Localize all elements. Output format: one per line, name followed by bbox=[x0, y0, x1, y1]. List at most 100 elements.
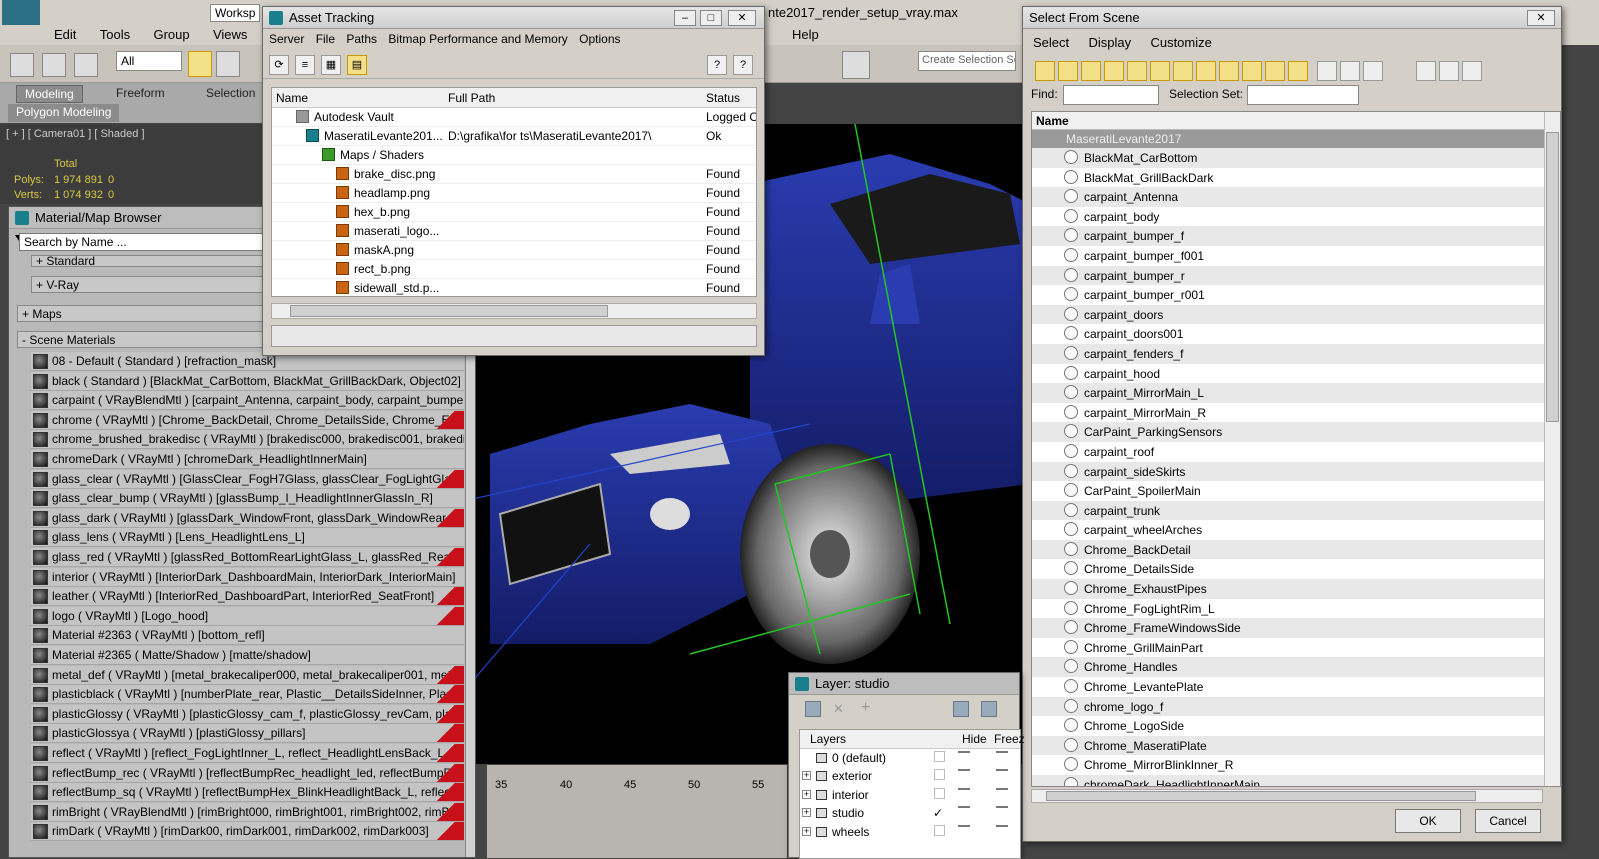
asset-row[interactable]: rect_b.png Found bbox=[272, 260, 756, 279]
list-view-icon[interactable]: ≡ bbox=[295, 55, 315, 75]
scene-object-row[interactable]: carpaint_doors001 bbox=[1032, 324, 1560, 344]
scene-object-row[interactable]: carpaint_Antenna bbox=[1032, 187, 1560, 207]
containers-filter-icon[interactable] bbox=[1242, 61, 1262, 81]
asset-row[interactable]: hex_b.png Found bbox=[272, 203, 756, 222]
add-to-layer-icon[interactable]: + bbox=[861, 699, 877, 716]
column-name[interactable]: Name bbox=[276, 91, 308, 105]
column-full-path[interactable]: Full Path bbox=[448, 91, 495, 105]
object-list-vertical-scrollbar[interactable] bbox=[1544, 112, 1560, 786]
scene-object-row[interactable]: carpaint_MirrorMain_L bbox=[1032, 383, 1560, 403]
material-list-item[interactable]: plasticblack ( VRayMtl ) [numberPlate_re… bbox=[31, 685, 464, 705]
scene-object-row[interactable]: BlackMat_GrillBackDark bbox=[1032, 168, 1560, 188]
freeze-toggle[interactable] bbox=[996, 769, 1008, 772]
bones-filter-icon[interactable] bbox=[1219, 61, 1239, 81]
scene-object-row[interactable]: chrome_logo_f bbox=[1032, 696, 1560, 717]
asset-row[interactable]: sidewall_std.p... Found bbox=[272, 279, 756, 296]
material-search-input[interactable]: Search by Name ... bbox=[19, 233, 279, 251]
selection-filter-dropdown[interactable]: All bbox=[116, 51, 182, 71]
current-layer-checkbox[interactable] bbox=[934, 787, 945, 799]
select-from-scene-titlebar[interactable]: Select From Scene ✕ bbox=[1023, 7, 1561, 29]
selection-set-dropdown[interactable] bbox=[1247, 85, 1359, 105]
menu-customize[interactable]: Customize bbox=[1150, 35, 1211, 50]
material-list-item[interactable]: glass_dark ( VRayMtl ) [glassDark_Window… bbox=[31, 508, 464, 528]
find-input[interactable] bbox=[1063, 85, 1159, 105]
material-list-item[interactable]: Material #2363 ( VRayMtl ) [bottom_refl] bbox=[31, 626, 464, 646]
hide-toggle[interactable] bbox=[958, 750, 970, 753]
viewport-label[interactable]: [ + ] [ Camera01 ] [ Shaded ] bbox=[6, 128, 145, 140]
select-object-icon[interactable] bbox=[188, 51, 212, 77]
hidden-filter-icon[interactable] bbox=[1288, 61, 1308, 81]
refresh-icon[interactable]: ⟳ bbox=[269, 55, 289, 75]
scene-object-row[interactable]: Chrome_GrillMainPart bbox=[1032, 638, 1560, 658]
freeze-toggle[interactable] bbox=[996, 787, 1008, 790]
layer-row[interactable]: + exterior bbox=[800, 767, 1020, 786]
invert-display-icon[interactable] bbox=[1363, 61, 1383, 81]
material-list-item[interactable]: glass_clear ( VRayMtl ) [GlassClear_FogH… bbox=[31, 469, 464, 489]
category-vray[interactable]: + V-Ray bbox=[31, 276, 271, 293]
scene-object-row[interactable]: Chrome_LogoSide bbox=[1032, 716, 1560, 736]
spacewarps-filter-icon[interactable] bbox=[1150, 61, 1170, 81]
layer-row[interactable]: + wheels bbox=[800, 823, 1020, 842]
material-list-item[interactable]: chromeDark ( VRayMtl ) [chromeDark_Headl… bbox=[31, 450, 464, 469]
scene-object-row[interactable]: carpaint_bumper_f bbox=[1032, 226, 1560, 246]
scene-object-row[interactable]: carpaint_roof bbox=[1032, 442, 1560, 462]
menu-bitmap-performance[interactable]: Bitmap Performance and Memory bbox=[388, 32, 567, 46]
material-list-item[interactable]: reflectBump_sq ( VRayMtl ) [reflectBumpH… bbox=[31, 783, 464, 803]
delete-layer-icon[interactable]: ✕ bbox=[833, 701, 849, 717]
ribbon-tab-freeform[interactable]: Freeform bbox=[108, 85, 173, 103]
scene-object-row[interactable]: carpaint_bumper_f001 bbox=[1032, 246, 1560, 266]
layer-row[interactable]: 0 (default) bbox=[800, 749, 1020, 768]
freeze-toggle[interactable] bbox=[996, 806, 1008, 809]
material-list-item[interactable]: reflect ( VRayMtl ) [reflect_FogLightInn… bbox=[31, 744, 464, 763]
close-button[interactable]: ✕ bbox=[1527, 10, 1555, 26]
current-layer-checkbox[interactable] bbox=[934, 769, 945, 781]
material-list-item[interactable]: logo ( VRayMtl ) [Logo_hood] bbox=[31, 606, 464, 626]
scene-object-row[interactable]: Chrome_FogLightRim_L bbox=[1032, 599, 1560, 619]
scene-object-row[interactable]: carpaint_hood bbox=[1032, 364, 1560, 384]
hide-toggle[interactable] bbox=[958, 769, 970, 772]
display-all-icon[interactable] bbox=[1317, 61, 1337, 81]
material-list-item[interactable]: reflectBump_rec ( VRayMtl ) [reflectBump… bbox=[31, 763, 464, 783]
material-list-item[interactable]: chrome_brushed_brakedisc ( VRayMtl ) [br… bbox=[31, 430, 464, 450]
layer-settings-icon[interactable] bbox=[981, 701, 997, 717]
ribbon-tab-selection[interactable]: Selection bbox=[198, 85, 263, 103]
scene-object-row[interactable]: Chrome_Handles bbox=[1032, 657, 1560, 678]
layer-row[interactable]: + studio ✓ bbox=[800, 804, 1020, 823]
asset-row[interactable]: maskA.png Found bbox=[272, 241, 756, 260]
bind-spacewarp-icon[interactable] bbox=[74, 53, 98, 77]
category-standard[interactable]: + Standard bbox=[31, 255, 271, 267]
ribbon-tab-modeling[interactable]: Modeling bbox=[16, 85, 83, 103]
scene-object-row[interactable]: Chrome_ExhaustPipes bbox=[1032, 579, 1560, 599]
material-list-item[interactable]: rimBright ( VRayBlendMtl ) [rimBright000… bbox=[31, 802, 464, 822]
current-layer-check-icon[interactable]: ✓ bbox=[933, 806, 943, 820]
create-selection-set-field[interactable]: Create Selection Se bbox=[918, 51, 1016, 71]
asset-tracking-titlebar[interactable]: Asset Tracking – □ ✕ bbox=[263, 7, 764, 29]
scene-object-row[interactable]: Chrome_DetailsSide bbox=[1032, 559, 1560, 579]
scene-object-row[interactable]: CarPaint_SpoilerMain bbox=[1032, 481, 1560, 501]
material-list-item[interactable]: carpaint ( VRayBlendMtl ) [carpaint_Ante… bbox=[31, 391, 464, 411]
column-hide[interactable]: Hide bbox=[962, 732, 987, 746]
menu-paths[interactable]: Paths bbox=[346, 32, 377, 46]
scene-object-row[interactable]: carpaint_doors bbox=[1032, 304, 1560, 325]
layer-row[interactable]: + interior bbox=[800, 786, 1020, 805]
asset-row[interactable]: MaseratiLevante201... D:\grafika\for ts\M… bbox=[272, 127, 756, 146]
close-button[interactable]: ✕ bbox=[728, 10, 756, 26]
material-list-item[interactable]: leather ( VRayMtl ) [InteriorRed_Dashboa… bbox=[31, 587, 464, 607]
material-list-item[interactable]: glass_red ( VRayMtl ) [glassRed_BottomRe… bbox=[31, 548, 464, 567]
material-list-item[interactable]: plasticGlossy ( VRayMtl ) [plasticGlossy… bbox=[31, 704, 464, 724]
asset-horizontal-scrollbar[interactable] bbox=[271, 303, 757, 319]
scene-object-row[interactable]: carpaint_wheelArches bbox=[1032, 520, 1560, 540]
minimize-button[interactable]: – bbox=[674, 10, 696, 26]
workspace-dropdown[interactable]: Worksp bbox=[210, 4, 260, 22]
cancel-button[interactable]: Cancel bbox=[1475, 809, 1541, 833]
column-status[interactable]: Status bbox=[706, 91, 740, 105]
vault-help-icon[interactable]: ? bbox=[707, 55, 727, 75]
category-maps[interactable]: + Maps bbox=[17, 305, 271, 322]
help-icon[interactable]: ? bbox=[733, 55, 753, 75]
scrollbar-thumb[interactable] bbox=[1046, 791, 1476, 801]
scene-object-row[interactable]: carpaint_sideSkirts bbox=[1032, 461, 1560, 482]
asset-row[interactable]: Maps / Shaders bbox=[272, 146, 756, 165]
hide-toggle[interactable] bbox=[958, 787, 970, 790]
column-freeze[interactable]: Freez bbox=[994, 732, 1025, 746]
ok-button[interactable]: OK bbox=[1395, 809, 1461, 833]
